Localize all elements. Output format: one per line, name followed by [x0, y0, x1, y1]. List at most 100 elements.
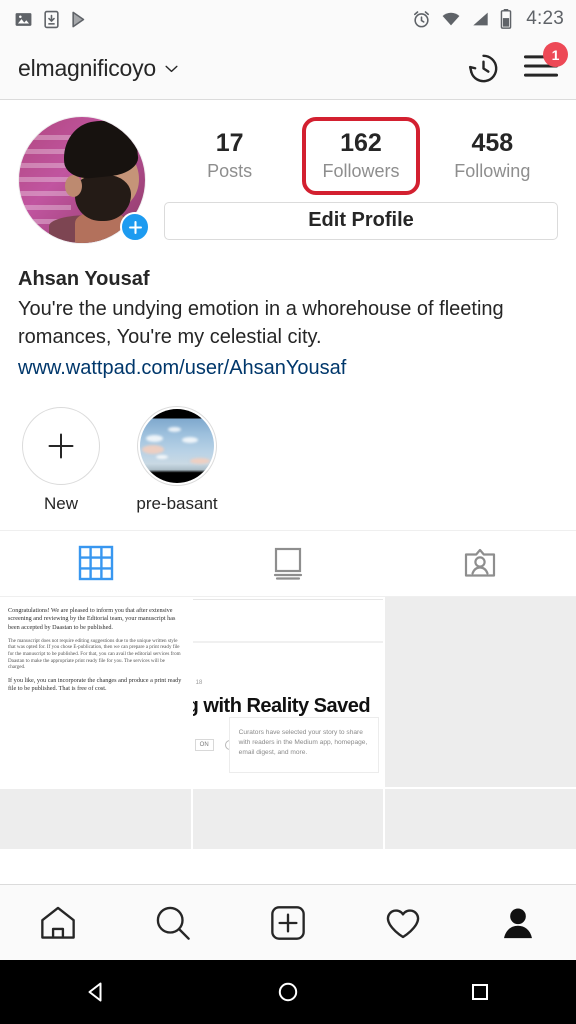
search-icon — [156, 906, 190, 940]
stat-followers[interactable]: 162 Followers — [295, 117, 426, 194]
post2-number: 18 — [195, 679, 203, 686]
highlight-label: pre-basant — [136, 493, 218, 513]
new-highlight-circle[interactable] — [22, 406, 100, 485]
tagged-icon — [464, 549, 496, 577]
circle-home-icon — [278, 982, 298, 1002]
nav-profile[interactable] — [461, 904, 576, 942]
grid-icon — [78, 546, 114, 581]
battery-icon — [500, 9, 512, 29]
username-switcher[interactable]: elmagnificoyo — [18, 55, 178, 82]
android-navigation-bar — [0, 960, 576, 1024]
highlight-new[interactable]: New — [22, 406, 100, 514]
avatar-ear — [65, 175, 82, 197]
bottom-navigation-bar — [0, 884, 576, 960]
cloud-shape — [156, 454, 168, 459]
heart-icon — [386, 908, 420, 938]
profile-section: 17 Posts 162 Followers 458 Following Edi… — [0, 100, 576, 244]
signal-icon — [473, 12, 488, 26]
chevron-down-icon — [165, 65, 178, 72]
archive-history-icon[interactable] — [467, 52, 500, 85]
posts-grid: Congratulations! We are pleased to infor… — [0, 596, 576, 850]
followers-count: 162 — [340, 129, 382, 157]
list-view-icon — [273, 548, 303, 580]
post-cell[interactable]: Congratulations! We are pleased to infor… — [0, 596, 191, 788]
cloud-shape — [182, 436, 198, 443]
avatar-beard — [75, 175, 131, 221]
nav-home[interactable] — [0, 904, 115, 942]
post1-paragraph-1: Congratulations! We are pleased to infor… — [8, 606, 176, 631]
post1-paragraph-3: If you like, you can incorporate the cha… — [8, 676, 182, 693]
post1-paragraph-2: The manuscript does not require editing … — [8, 637, 181, 671]
highlight-cover-image[interactable] — [138, 406, 216, 485]
post-cell[interactable] — [385, 596, 576, 788]
person-icon — [504, 907, 533, 938]
highlight-label: New — [43, 493, 78, 513]
nav-activity[interactable] — [346, 904, 461, 942]
tab-list[interactable] — [192, 531, 384, 596]
header-username: elmagnificoyo — [18, 55, 157, 81]
bio-section: Ahsan Yousaf You're the undying emotion … — [0, 244, 576, 383]
cloud-shape — [142, 444, 164, 454]
home-icon — [40, 906, 75, 939]
avatar-container[interactable] — [18, 116, 150, 244]
photo-icon — [15, 12, 32, 26]
plus-icon — [128, 220, 142, 234]
download-icon — [44, 10, 59, 28]
stats-row: 17 Posts 162 Followers 458 Following — [164, 117, 558, 194]
square-recents-icon — [472, 984, 488, 1000]
header-actions: 1 — [467, 42, 568, 85]
avatar-background-stripes — [19, 135, 71, 225]
posts-count: 17 — [215, 129, 244, 157]
tab-grid[interactable] — [0, 531, 192, 596]
cloud-shape — [190, 457, 210, 464]
bio-display-name: Ahsan Yousaf — [18, 268, 150, 290]
post2-curators-note: Curators have selected your story to sha… — [228, 716, 380, 774]
post-cell[interactable] — [385, 789, 576, 850]
stat-following[interactable]: 458 Following — [427, 122, 558, 188]
post-cell[interactable] — [192, 789, 384, 850]
triangle-back-icon — [88, 982, 102, 1002]
post-medium-screenshot: 18 g with Reality Saved ON Curators have… — [192, 596, 384, 788]
menu-button-wrapper[interactable]: 1 — [523, 42, 568, 84]
cloud-shape — [168, 426, 181, 432]
post2-headline: g with Reality Saved — [192, 694, 371, 717]
sky-image — [140, 408, 214, 483]
bio-website-link[interactable]: www.wattpad.com/user/AhsanYousaf — [18, 353, 558, 383]
profile-tabs — [0, 531, 576, 597]
tab-tagged[interactable] — [384, 531, 576, 596]
status-bar-clock: 4:23 — [526, 8, 564, 29]
profile-stats-area: 17 Posts 162 Followers 458 Following Edi… — [146, 116, 558, 240]
bio-description: You're the undying emotion in a whorehou… — [18, 298, 504, 349]
post-document-screenshot: Congratulations! We are pleased to infor… — [0, 596, 191, 788]
app-header: elmagnificoyo 1 — [0, 38, 576, 100]
post-cell[interactable] — [0, 789, 191, 850]
play-store-icon — [72, 11, 85, 27]
add-box-icon — [271, 905, 305, 940]
plus-icon — [48, 433, 74, 459]
instagram-profile-screen: 4:23 elmagnificoyo 1 17 Posts 162 Follow… — [0, 0, 576, 1024]
followers-label: Followers — [322, 160, 400, 181]
highlight-pre-basant[interactable]: pre-basant — [136, 406, 218, 514]
stat-posts[interactable]: 17 Posts — [164, 122, 295, 188]
nav-add-post[interactable] — [230, 904, 345, 942]
following-count: 458 — [471, 129, 514, 157]
android-home-button[interactable] — [192, 979, 384, 1005]
android-recents-button[interactable] — [384, 980, 576, 1004]
divider-line — [192, 640, 384, 643]
post2-tag: ON — [194, 738, 214, 751]
following-label: Following — [454, 160, 531, 181]
status-bar: 4:23 — [0, 0, 576, 38]
status-bar-right-icons: 4:23 — [412, 8, 564, 30]
edit-profile-button[interactable]: Edit Profile — [164, 201, 558, 240]
posts-label: Posts — [207, 160, 253, 181]
divider-line — [192, 598, 384, 600]
status-bar-left-icons — [14, 10, 89, 29]
alarm-icon — [414, 10, 430, 27]
android-back-button[interactable] — [0, 979, 192, 1005]
nav-search[interactable] — [115, 904, 230, 942]
post-cell[interactable]: 18 g with Reality Saved ON Curators have… — [192, 596, 384, 788]
cloud-shape — [146, 434, 163, 442]
story-highlights-row: New pre-basant — [0, 383, 576, 531]
add-story-button[interactable] — [120, 212, 150, 242]
wifi-icon — [442, 12, 460, 26]
